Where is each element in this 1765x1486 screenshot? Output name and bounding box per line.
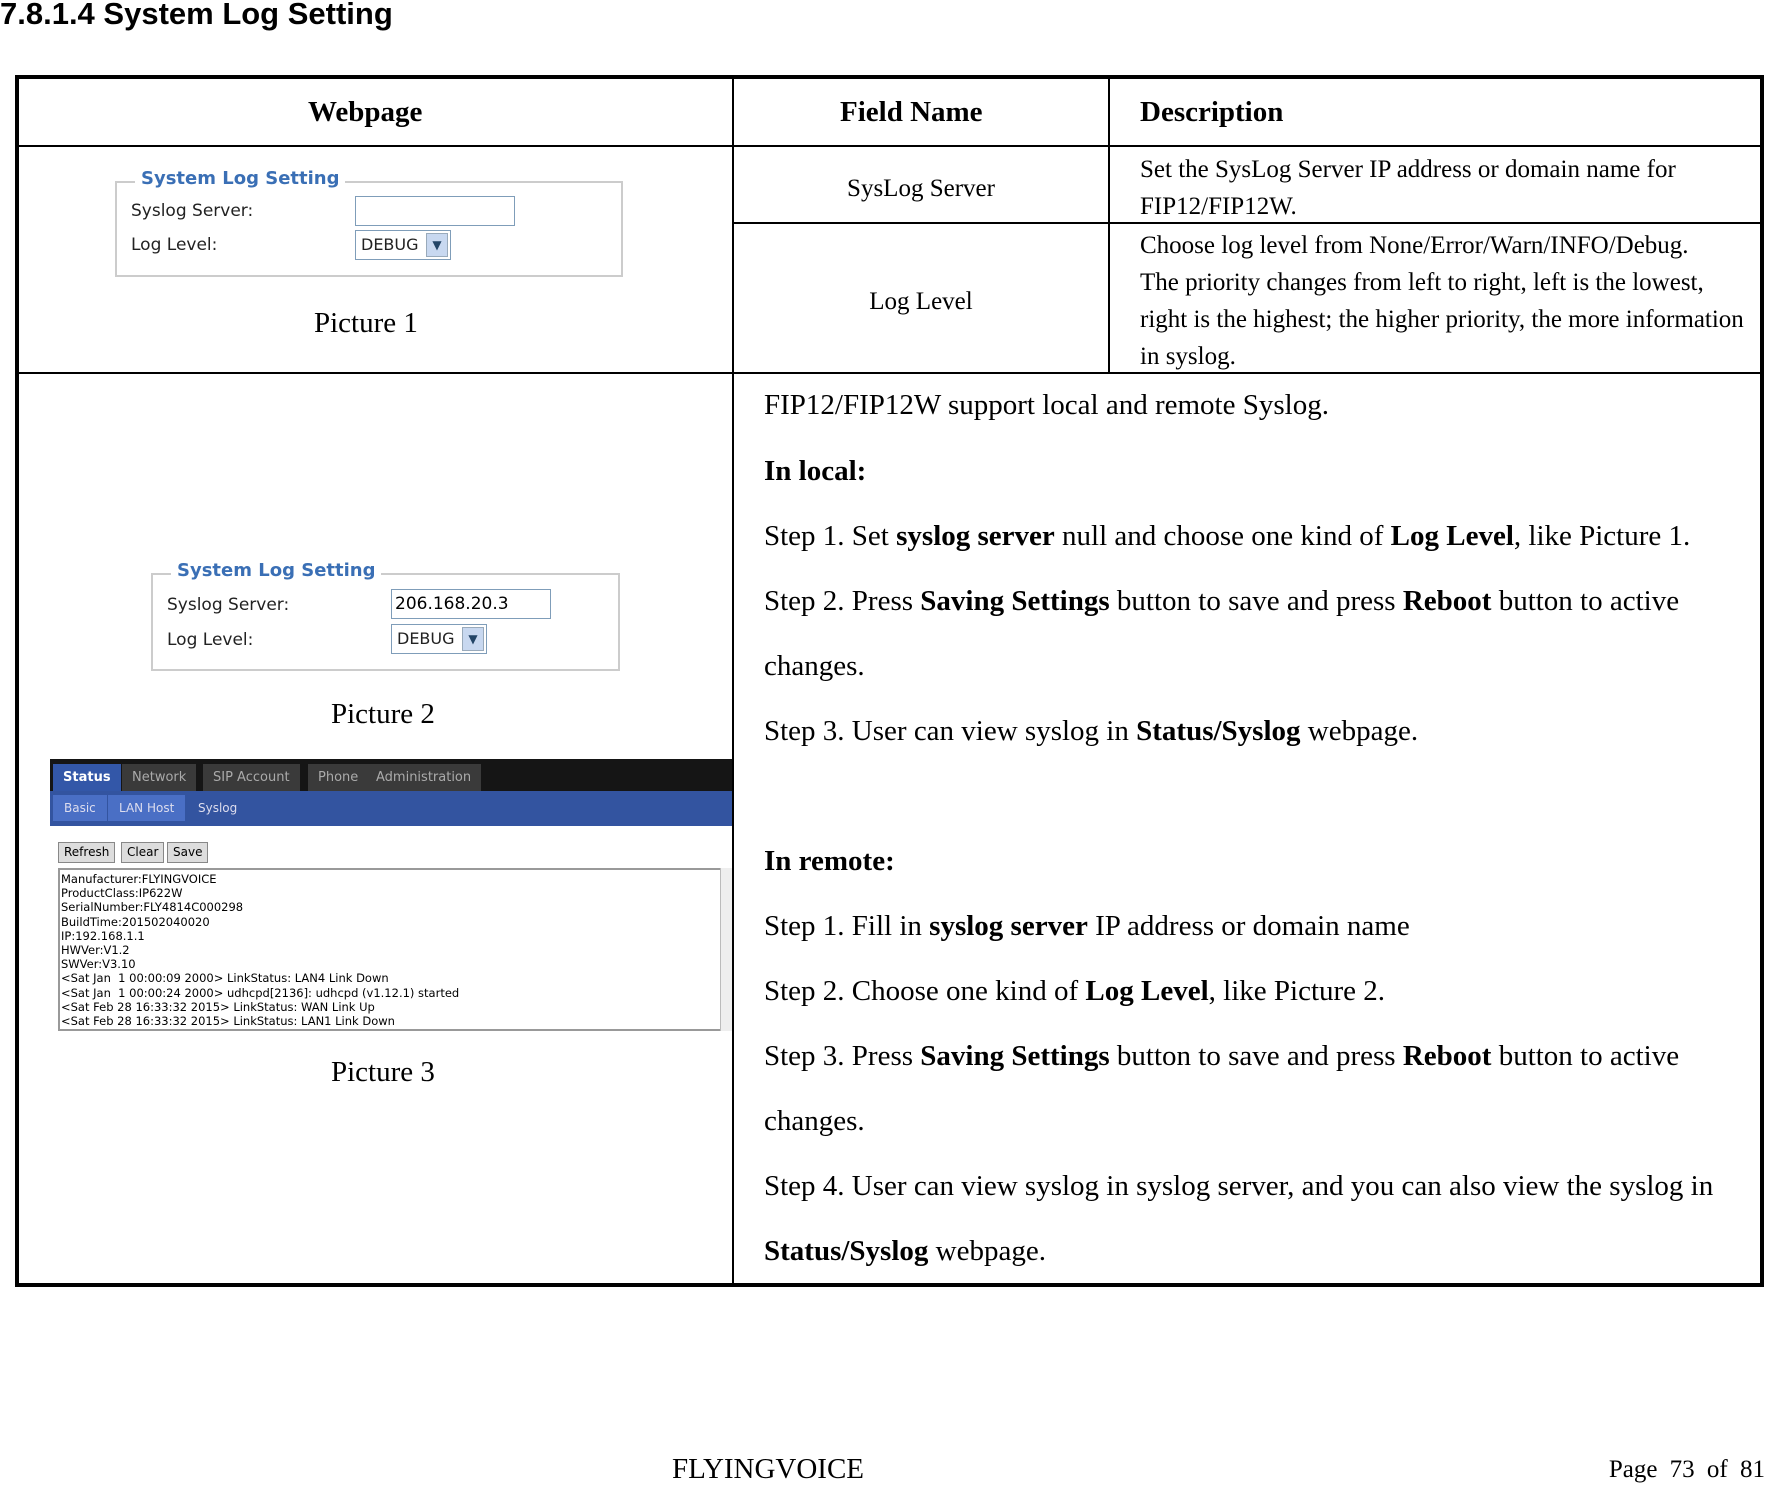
header-field-name: Field Name [840, 96, 983, 128]
page-number: Page 73 of 81 [1608, 1456, 1765, 1483]
chevron-down-icon: ▼ [426, 233, 448, 257]
picture1-caption: Picture 1 [314, 307, 418, 339]
header-webpage: Webpage [308, 96, 423, 128]
intro-text: FIP12/FIP12W support local and remote Sy… [764, 389, 1329, 421]
section-title: 7.8.1.4 System Log Setting [0, 0, 393, 31]
syslog-server-label: Syslog Server: [167, 595, 290, 615]
tab-sip-account[interactable]: SIP Account [203, 764, 300, 791]
picture2-system-log-form: System Log Setting Syslog Server: Log Le… [151, 560, 620, 671]
local-step-3: Step 3. User can view syslog in Status/S… [764, 715, 1419, 747]
subtab-basic[interactable]: Basic [53, 795, 107, 821]
local-step-1: Step 1. Set syslog server null and choos… [764, 520, 1691, 552]
log-level-label: Log Level: [167, 630, 254, 650]
header-description: Description [1140, 96, 1284, 128]
remote-step-3-cont: changes. [764, 1105, 865, 1137]
tab-phone[interactable]: Phone [308, 764, 369, 791]
log-level-label: Log Level: [131, 235, 218, 255]
desc-log-level: Choose log level from None/Error/Warn/IN… [1140, 232, 1744, 370]
remote-step-2: Step 2. Choose one kind of Log Level, li… [764, 975, 1386, 1007]
log-level-select[interactable]: DEBUG ▼ [355, 230, 451, 260]
clear-button[interactable]: Clear [121, 842, 165, 863]
desc-syslog-server: Set the SysLog Server IP address or doma… [1140, 156, 1676, 220]
legend: System Log Setting [135, 168, 346, 189]
local-heading: In local: [764, 455, 867, 487]
save-button[interactable]: Save [167, 842, 209, 863]
tab-administration[interactable]: Administration [366, 764, 482, 791]
remote-step-3: Step 3. Press Saving Settings button to … [764, 1040, 1680, 1072]
picture2-caption: Picture 2 [331, 698, 435, 730]
main-tabs: Status Network SIP Account Phone Adminis… [50, 759, 732, 791]
field-log-level: Log Level [869, 288, 973, 315]
picture3-syslog-page: Status Network SIP Account Phone Adminis… [50, 759, 732, 1031]
remote-step-4-cont: Status/Syslog webpage. [764, 1235, 1046, 1267]
remote-step-4: Step 4. User can view syslog in syslog s… [764, 1170, 1714, 1202]
syslog-server-input[interactable] [391, 589, 551, 619]
refresh-button[interactable]: Refresh [58, 842, 116, 863]
field-syslog-server: SysLog Server [847, 175, 995, 202]
tab-status[interactable]: Status [53, 764, 121, 791]
picture3-caption: Picture 3 [331, 1056, 435, 1088]
remote-step-1: Step 1. Fill in syslog server IP address… [764, 910, 1410, 942]
tab-network[interactable]: Network [122, 764, 197, 791]
subtab-syslog[interactable]: Syslog [187, 795, 249, 821]
syslog-textarea[interactable]: Manufacturer:FLYINGVOICE ProductClass:IP… [58, 868, 732, 1031]
syslog-server-label: Syslog Server: [131, 201, 254, 221]
chevron-down-icon: ▼ [462, 627, 484, 651]
syslog-server-input[interactable] [355, 196, 515, 226]
remote-heading: In remote: [764, 845, 895, 877]
subtab-lan-host[interactable]: LAN Host [108, 795, 186, 821]
local-step-2: Step 2. Press Saving Settings button to … [764, 585, 1680, 617]
picture1-system-log-form: System Log Setting Syslog Server: Log Le… [115, 168, 623, 277]
sub-tabs: Basic LAN Host Syslog [50, 791, 732, 826]
log-level-select[interactable]: DEBUG ▼ [391, 624, 487, 654]
local-step-2-cont: changes. [764, 650, 865, 682]
scrollbar[interactable] [720, 868, 732, 1031]
footer-brand: FLYINGVOICE [672, 1453, 865, 1485]
legend: System Log Setting [171, 560, 382, 581]
